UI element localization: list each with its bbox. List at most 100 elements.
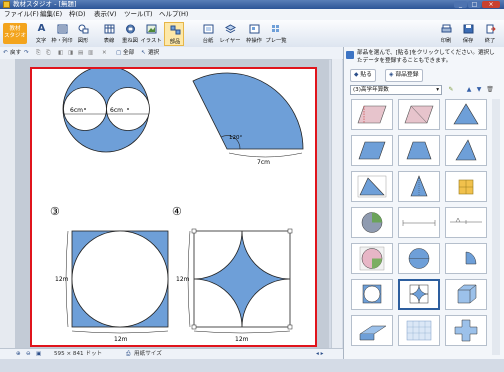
part-parallelogram-blue-icon [358, 141, 386, 160]
redo-icon[interactable]: ↷ [24, 47, 29, 59]
page-drawing: 6cm 6cm 120° 7cm ③ ④ 12m 12m 12m 12m [50, 69, 304, 343]
part-cross-net-icon [454, 319, 478, 342]
part-thumbnail[interactable] [351, 207, 393, 238]
align-icon[interactable]: ◧ [58, 47, 63, 59]
menu-frame[interactable]: 枠(D) [67, 9, 88, 20]
part-thumbnail[interactable] [445, 243, 487, 274]
register-part-button[interactable]: ◈ 部品登録 [385, 69, 423, 82]
part-thumbnail[interactable] [351, 99, 393, 130]
problem-number-3: ③ [50, 205, 60, 218]
select-button[interactable]: 選択 [148, 47, 159, 59]
dim-6cm-right: 6cm [110, 107, 123, 114]
info-icon [346, 51, 354, 59]
group-icon[interactable]: ▤ [78, 47, 83, 59]
ungroup-icon[interactable]: ▥ [88, 47, 93, 59]
part-thumbnail[interactable] [351, 243, 393, 274]
part-thumbnail[interactable] [398, 207, 440, 238]
ribbon-layer-button[interactable]: レイヤー [219, 22, 241, 46]
undo-button[interactable]: 戻す [10, 47, 21, 59]
part-triangle-grid-icon [357, 175, 387, 198]
category-select[interactable]: (3)高学年算数 ▾ [350, 85, 442, 95]
part-thumbnail-selected[interactable] [398, 279, 440, 310]
frame-icon [57, 24, 68, 34]
part-thumbnail[interactable] [351, 279, 393, 310]
menu-help[interactable]: ヘルプ(H) [157, 9, 190, 20]
copy-icon[interactable]: ⎘ [36, 47, 40, 59]
part-thumbnail[interactable] [398, 135, 440, 166]
title-bar: 教材スタジオ - [無題] _ □ × [0, 0, 504, 9]
print-button[interactable]: 印刷 [436, 22, 456, 46]
part-thumbnail[interactable] [351, 171, 393, 202]
cursor-icon: ↖ [141, 50, 146, 56]
exit-icon [486, 24, 496, 34]
shape-icon [78, 24, 89, 34]
illustration-icon [146, 24, 157, 34]
brand-button[interactable]: 教材 スタジオ [3, 23, 27, 44]
undo-icon: ↶ [3, 50, 8, 56]
exit-button[interactable]: 終了 [480, 22, 500, 46]
paste-arrow-icon: ◆ [354, 72, 359, 78]
part-thumbnail[interactable] [445, 315, 487, 346]
document-page[interactable]: 6cm 6cm 120° 7cm ③ ④ 12m 12m 12m 12m [30, 67, 317, 347]
dim-12m-side-4: 12m [176, 276, 190, 283]
dim-6cm-left: 6cm [70, 107, 83, 114]
parts-scrollbar[interactable] [492, 99, 500, 355]
part-thumbnail[interactable] [445, 99, 487, 130]
menu-file[interactable]: ファイル(F) [2, 9, 41, 20]
ribbon-label: 終了 [484, 38, 496, 44]
menu-edit[interactable]: 編集(E) [38, 9, 64, 20]
ribbon-preview-button[interactable]: プレ一覧 [265, 22, 287, 46]
save-button[interactable]: 保存 [458, 22, 478, 46]
ribbon-label: 図形 [77, 38, 89, 44]
part-astroid-icon [409, 284, 429, 304]
ribbon-toolbar: 教材 スタジオ A 文字 枠・列印 図形 表線 重ね図 イラスト 部品 台紙 レ… [0, 20, 504, 48]
select-all-icon: ▢ [116, 50, 122, 56]
part-thumbnail[interactable] [351, 135, 393, 166]
ribbon-shape-button[interactable]: 図形 [73, 22, 93, 46]
part-thumbnail[interactable] [398, 99, 440, 130]
delete-icon[interactable]: ✕ [102, 47, 107, 59]
part-prism-icon [359, 325, 387, 341]
part-thumbnail[interactable] [445, 135, 487, 166]
ribbon-frameop-button[interactable]: 枠操作 [244, 22, 264, 46]
menu-tools[interactable]: ツール(T) [122, 9, 155, 20]
part-circle-icon [408, 248, 430, 269]
part-thumbnail[interactable] [398, 171, 440, 202]
part-number-line-icon [450, 217, 482, 224]
brand-line1: 教材 [9, 26, 21, 32]
part-thumbnail[interactable] [351, 315, 393, 346]
minimize-button[interactable]: _ [454, 1, 467, 8]
paste-icon[interactable]: ⎗ [46, 47, 50, 59]
edit-category-icon[interactable]: ✎ [446, 85, 456, 95]
ribbon-mount-button[interactable]: 台紙 [198, 22, 218, 46]
part-thumbnail[interactable] [445, 207, 487, 238]
problem-number-4: ④ [172, 205, 182, 218]
select-all-button[interactable]: 全部 [123, 47, 134, 59]
part-parallelogram-icon [404, 105, 434, 124]
next-category-button[interactable]: ▼ [474, 85, 484, 95]
maximize-button[interactable]: □ [468, 1, 481, 8]
canvas-vertical-scrollbar[interactable] [331, 59, 342, 348]
close-button[interactable]: × [482, 1, 500, 8]
part-pie-icon [361, 212, 383, 233]
ribbon-illust-button[interactable]: イラスト [140, 22, 162, 46]
paste-label: 貼る [360, 72, 372, 78]
distribute-icon[interactable]: ◨ [68, 47, 73, 59]
ribbon-parts-button[interactable]: 部品 [164, 22, 184, 46]
part-thumbnail[interactable] [445, 279, 487, 310]
paste-part-button[interactable]: ◆ 貼る [350, 69, 376, 82]
part-boxes-icon [458, 179, 474, 195]
prev-category-button[interactable]: ▲ [464, 85, 474, 95]
overlay-icon [126, 24, 135, 34]
dim-12m-bottom-4: 12m [235, 336, 249, 343]
part-thumbnail[interactable] [398, 315, 440, 346]
register-icon: ◈ [389, 72, 394, 78]
part-thumbnail[interactable] [445, 171, 487, 202]
part-thumbnail[interactable] [398, 243, 440, 274]
category-value: (3)高学年算数 [353, 87, 389, 93]
parts-icon [170, 25, 181, 35]
delete-category-icon[interactable]: 🗑 [485, 85, 495, 95]
figure-astroid [187, 228, 293, 334]
menu-view[interactable]: 表示(V) [92, 9, 119, 20]
ribbon-label: プレ一覧 [265, 38, 287, 44]
